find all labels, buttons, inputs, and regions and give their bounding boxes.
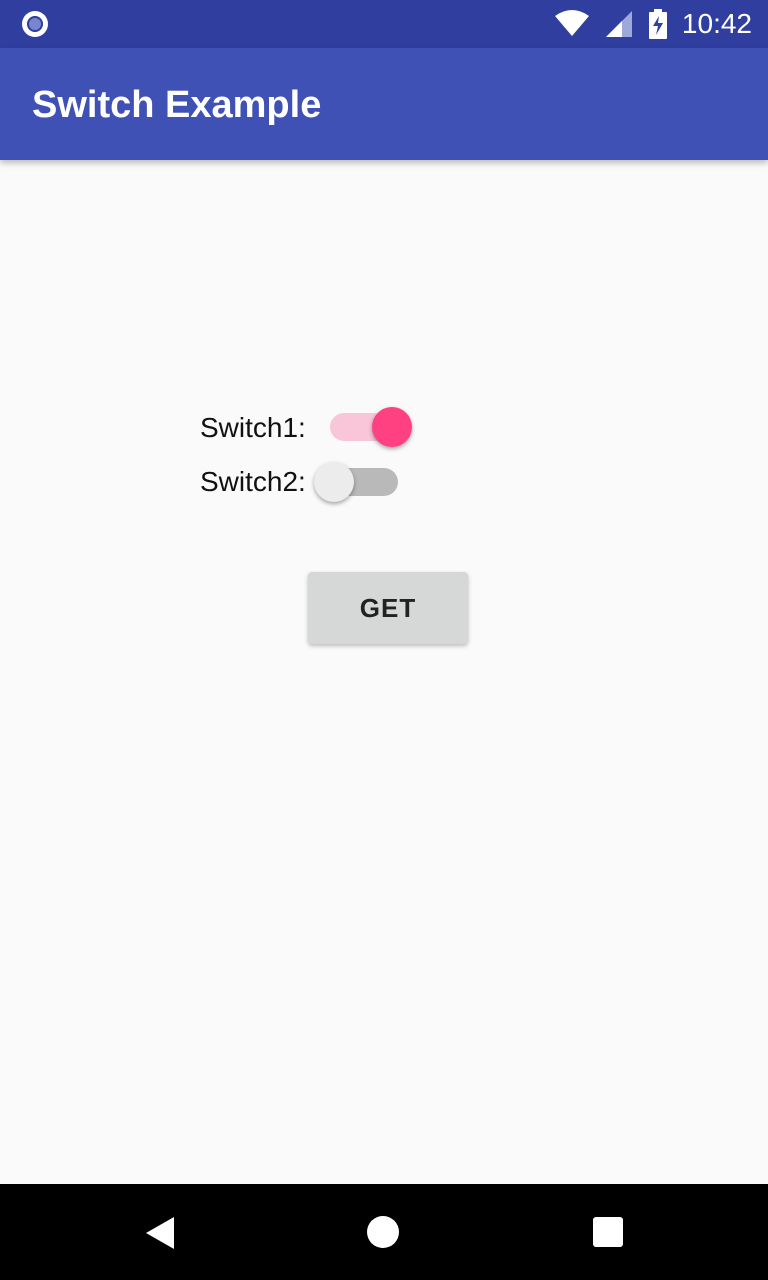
status-time: 10:42 bbox=[681, 8, 752, 39]
battery-charging-icon bbox=[648, 9, 667, 39]
home-icon[interactable] bbox=[366, 1215, 400, 1249]
signal-icon bbox=[605, 11, 632, 37]
switch1-thumb bbox=[372, 407, 412, 447]
switch1-toggle[interactable] bbox=[328, 406, 414, 448]
switch2-toggle[interactable] bbox=[312, 460, 402, 504]
status-right: 10:42 bbox=[554, 0, 752, 48]
switch1-label: Switch1: bbox=[200, 412, 306, 443]
switch2-thumb bbox=[314, 462, 354, 502]
app-bar: Switch Example bbox=[0, 48, 768, 160]
notification-circle-icon bbox=[22, 11, 48, 37]
switch2-label: Switch2: bbox=[200, 466, 306, 497]
back-icon[interactable] bbox=[144, 1216, 176, 1250]
navigation-bar bbox=[0, 1184, 768, 1280]
page-title: Switch Example bbox=[32, 84, 322, 126]
recents-icon[interactable] bbox=[592, 1216, 624, 1248]
get-button[interactable]: GET bbox=[308, 572, 468, 644]
status-bar: 10:42 bbox=[0, 0, 768, 48]
wifi-icon bbox=[554, 10, 589, 36]
